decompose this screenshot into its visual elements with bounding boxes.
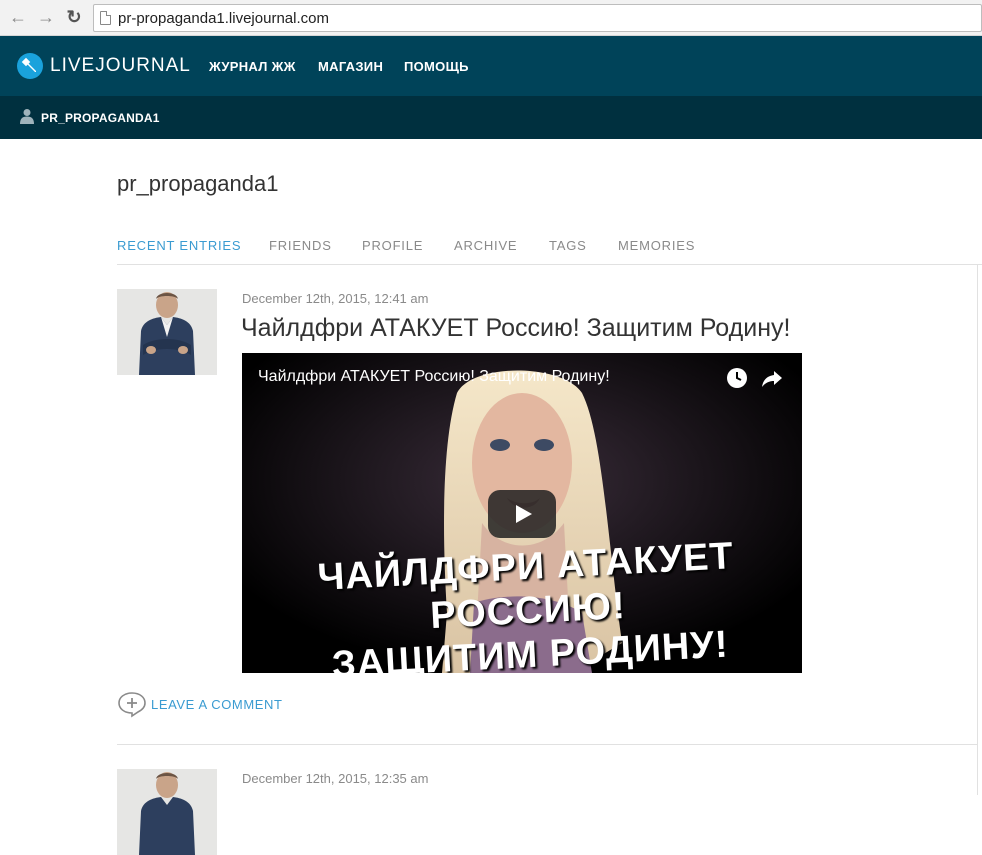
address-bar[interactable]: pr-propaganda1.livejournal.com [93, 4, 982, 32]
entry-title[interactable]: Чайлдфри АТАКУЕТ Россию! Защитим Родину! [241, 314, 790, 343]
watch-later-clock-icon[interactable] [726, 367, 748, 389]
entry-date: December 12th, 2015, 12:41 am [242, 291, 429, 306]
page-icon [100, 11, 111, 25]
nav-help[interactable]: ПОМОЩЬ [404, 59, 469, 74]
avatar-image [117, 769, 217, 855]
user-bar: PR_PROPAGANDA1 [0, 96, 982, 139]
sidebar-divider [977, 264, 978, 795]
comment-plus-icon [118, 692, 146, 718]
livejournal-logo-icon[interactable] [16, 52, 44, 80]
entry-divider [117, 744, 977, 745]
reload-icon[interactable]: ↻ [64, 7, 84, 27]
tab-recent-entries[interactable]: RECENT ENTRIES [117, 238, 241, 253]
nav-journal[interactable]: ЖУРНАЛ ЖЖ [209, 59, 296, 74]
username-link[interactable]: PR_PROPAGANDA1 [41, 111, 160, 125]
nav-shop[interactable]: МАГАЗИН [318, 59, 383, 74]
tab-profile[interactable]: PROFILE [362, 238, 423, 253]
avatar[interactable] [117, 769, 217, 855]
tab-archive[interactable]: ARCHIVE [454, 238, 517, 253]
video-title[interactable]: Чайлдфри АТАКУЕТ Россию! Защитим Родину! [258, 368, 610, 386]
browser-toolbar: ← → ↻ pr-propaganda1.livejournal.com [0, 0, 982, 36]
tab-memories[interactable]: MEMORIES [618, 238, 695, 253]
journal-title: pr_propaganda1 [117, 171, 279, 196]
video-player[interactable]: Чайлдфри АТАКУЕТ Россию! Защитим Родину!… [242, 353, 802, 673]
tabs-divider [117, 264, 982, 265]
site-header: LIVEJOURNAL ЖУРНАЛ ЖЖ МАГАЗИН ПОМОЩЬ [0, 36, 982, 96]
avatar[interactable] [117, 289, 217, 375]
tab-friends[interactable]: FRIENDS [269, 238, 332, 253]
livejournal-wordmark[interactable]: LIVEJOURNAL [50, 55, 191, 77]
back-arrow-icon[interactable]: ← [8, 7, 28, 27]
play-button[interactable] [488, 490, 556, 538]
share-arrow-icon[interactable] [761, 367, 783, 389]
avatar-image [117, 289, 217, 375]
forward-arrow-icon[interactable]: → [36, 7, 56, 27]
user-icon [20, 109, 34, 124]
url-text: pr-propaganda1.livejournal.com [118, 10, 329, 27]
entry-date: December 12th, 2015, 12:35 am [242, 771, 429, 786]
tab-tags[interactable]: TAGS [549, 238, 587, 253]
leave-comment-label[interactable]: LEAVE A COMMENT [151, 697, 283, 712]
